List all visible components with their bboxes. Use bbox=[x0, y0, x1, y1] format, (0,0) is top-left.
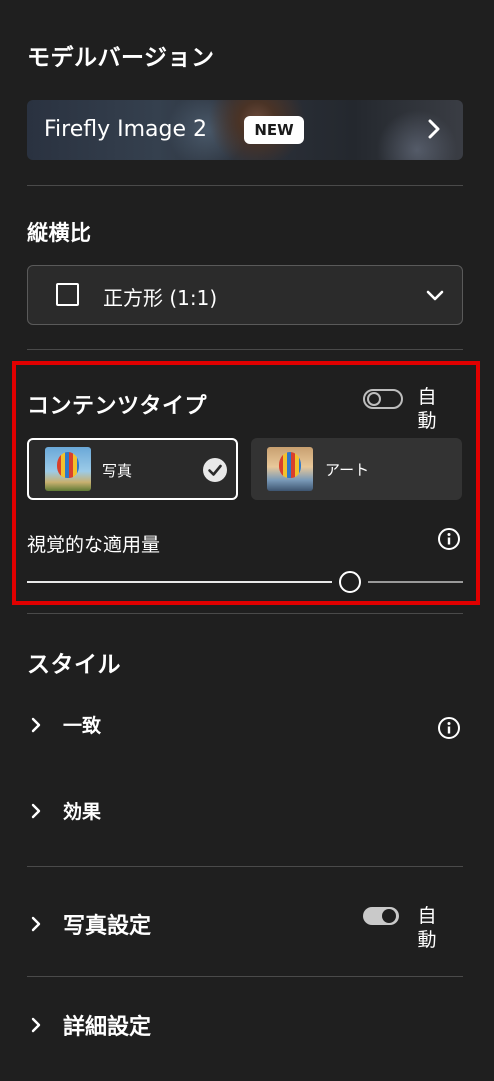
art-thumbnail bbox=[267, 447, 313, 491]
model-name: Firefly Image 2 bbox=[44, 117, 208, 142]
chevron-right-icon bbox=[31, 916, 41, 932]
chevron-right-icon bbox=[428, 119, 440, 139]
info-icon[interactable] bbox=[437, 527, 461, 551]
model-version-card[interactable]: Firefly Image 2 NEW bbox=[27, 100, 463, 160]
content-type-auto-label: 自動 bbox=[417, 386, 437, 432]
advanced-settings-label: 詳細設定 bbox=[63, 1015, 152, 1040]
aspect-ratio-dropdown[interactable]: 正方形 (1:1) bbox=[27, 265, 463, 325]
divider bbox=[27, 613, 463, 614]
chevron-down-icon bbox=[426, 290, 444, 301]
square-icon bbox=[56, 283, 79, 306]
content-type-title: コンテンツタイプ bbox=[27, 394, 208, 419]
chevron-right-icon bbox=[31, 717, 41, 732]
style-effects-row[interactable]: 効果 bbox=[27, 797, 101, 824]
photo-settings-row[interactable]: 写真設定 bbox=[27, 908, 151, 940]
visual-strength-slider-handle[interactable] bbox=[338, 571, 361, 593]
visual-strength-label: 視覚的な適用量 bbox=[27, 534, 161, 556]
style-match-label: 一致 bbox=[63, 715, 102, 737]
content-type-art-label: アート bbox=[325, 461, 370, 479]
divider bbox=[27, 976, 463, 977]
content-type-auto-toggle[interactable] bbox=[363, 389, 403, 409]
chevron-right-icon bbox=[31, 803, 41, 818]
aspect-ratio-value: 正方形 (1:1) bbox=[103, 286, 218, 310]
content-type-photo-label: 写真 bbox=[102, 462, 133, 480]
photo-settings-label: 写真設定 bbox=[63, 914, 152, 939]
toggle-knob bbox=[382, 909, 396, 923]
info-icon[interactable] bbox=[437, 716, 461, 740]
divider bbox=[27, 866, 463, 867]
slider-track-empty bbox=[367, 581, 463, 583]
toggle-knob bbox=[367, 392, 381, 406]
content-type-photo-option[interactable]: 写真 bbox=[27, 438, 238, 500]
photo-settings-auto-toggle[interactable] bbox=[363, 907, 399, 925]
slider-track-filled bbox=[27, 581, 332, 583]
photo-thumbnail bbox=[45, 447, 91, 491]
chevron-right-icon bbox=[31, 1017, 41, 1033]
checkmark-icon bbox=[203, 458, 227, 482]
new-badge: NEW bbox=[244, 116, 304, 144]
style-match-row[interactable]: 一致 bbox=[27, 711, 101, 738]
model-version-title: モデルバージョン bbox=[27, 45, 215, 71]
style-title: スタイル bbox=[27, 652, 121, 678]
divider bbox=[27, 349, 463, 350]
aspect-ratio-title: 縦横比 bbox=[27, 221, 92, 245]
photo-settings-auto-label: 自動 bbox=[417, 905, 437, 951]
style-effects-label: 効果 bbox=[63, 801, 102, 823]
divider bbox=[27, 185, 463, 186]
advanced-settings-row[interactable]: 詳細設定 bbox=[27, 1009, 151, 1041]
content-type-art-option[interactable]: アート bbox=[251, 438, 462, 500]
